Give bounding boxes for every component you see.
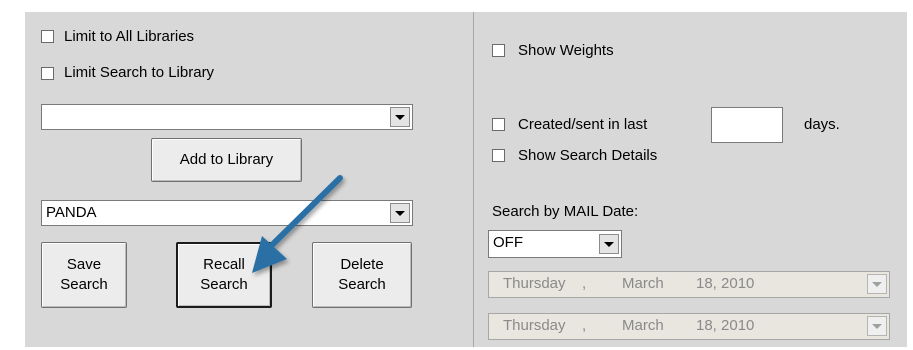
recall-search-label-line2: Search [200,276,248,293]
date-to-day-year: 18, 2010 [696,317,755,334]
chevron-down-icon [872,323,882,329]
library-select-dropdown-button[interactable] [390,107,410,127]
limit-all-libraries-label: Limit to All Libraries [64,28,195,45]
show-weights-label: Show Weights [518,42,614,59]
days-input[interactable] [711,107,783,143]
limit-search-library-label: Limit Search to Library [64,64,215,81]
recall-search-label-line1: Recall [203,256,245,273]
mail-date-label: Search by MAIL Date: [492,203,639,220]
date-to-weekday: Thursday [503,317,566,334]
add-to-library-button[interactable]: Add to Library [151,138,302,182]
saved-search-dropdown-button[interactable] [390,203,410,223]
limit-all-libraries-checkbox[interactable] [41,30,54,43]
show-search-details-label: Show Search Details [518,147,658,164]
library-search-panel: Limit to All Libraries Limit Search to L… [25,12,473,347]
chevron-down-icon [872,281,882,287]
save-search-button[interactable]: Save Search [41,242,127,308]
date-from-weekday: Thursday [503,275,566,292]
date-to-sep: , [582,317,587,334]
show-weights-checkbox[interactable] [492,44,505,57]
recall-search-button[interactable]: Recall Search [176,242,272,308]
chevron-down-icon [604,241,614,247]
search-options-window: Limit to All Libraries Limit Search to L… [0,0,913,350]
delete-search-label-line2: Search [338,276,386,293]
created-sent-label: Created/sent in last [518,116,648,133]
date-to-picker[interactable]: Thursday , March 18, 2010 [488,313,890,340]
mail-date-mode-dropdown-button[interactable] [599,234,619,254]
limit-search-library-checkbox[interactable] [41,67,54,80]
add-to-library-label: Add to Library [179,151,274,168]
saved-search-select[interactable]: PANDA [41,200,413,226]
save-search-label-line1: Save [66,256,102,273]
date-to-month: March [622,317,664,334]
days-suffix-label: days. [804,116,840,133]
delete-search-label-line1: Delete [340,256,384,273]
chevron-down-icon [395,114,405,120]
saved-search-value: PANDA [46,204,97,221]
date-from-picker[interactable]: Thursday , March 18, 2010 [488,271,890,298]
date-from-dropdown-button[interactable] [867,274,887,294]
chevron-down-icon [395,210,405,216]
mail-date-mode-value: OFF [493,234,523,251]
date-from-day-year: 18, 2010 [696,275,755,292]
library-select[interactable] [41,104,413,130]
date-from-month: March [622,275,664,292]
save-search-label-line2: Search [60,276,108,293]
mail-date-mode-select[interactable]: OFF [488,230,622,258]
delete-search-button[interactable]: Delete Search [312,242,412,308]
search-filters-panel: Show Weights Created/sent in last days. … [474,12,907,347]
date-to-dropdown-button[interactable] [867,316,887,336]
created-sent-checkbox[interactable] [492,118,505,131]
show-search-details-checkbox[interactable] [492,149,505,162]
date-from-sep: , [582,275,587,292]
